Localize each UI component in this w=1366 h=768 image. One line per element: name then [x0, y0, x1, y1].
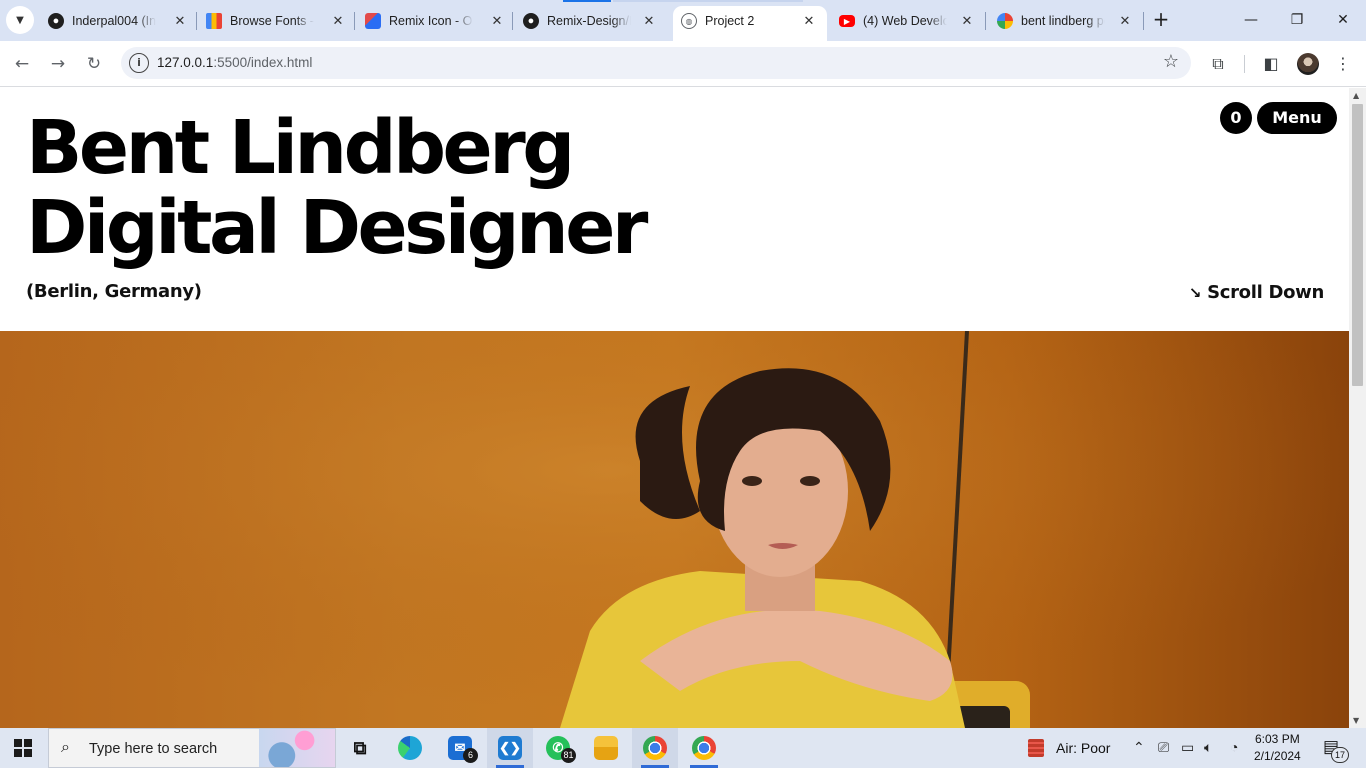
tab-google-fonts[interactable]: Browse Fonts - G ✕: [206, 7, 346, 35]
url-text[interactable]: 127.0.0.1:5500/index.html: [157, 55, 312, 70]
tab-search-chevron-icon[interactable]: ▼: [6, 6, 34, 34]
meet-now-icon[interactable]: ⎚: [1158, 739, 1169, 756]
file-explorer-icon[interactable]: [583, 728, 629, 768]
mail-badge: 6: [463, 748, 478, 763]
tab-project-2[interactable]: ◍ Project 2 ✕: [681, 7, 817, 35]
youtube-icon: ▶: [839, 15, 855, 27]
portrait-illustration: [0, 331, 1349, 728]
close-tab-icon[interactable]: ✕: [801, 13, 817, 29]
tab-title: Browse Fonts - G: [230, 14, 314, 28]
cart-count-badge[interactable]: 0: [1220, 102, 1252, 134]
side-panel-icon[interactable]: ◧: [1259, 52, 1283, 76]
minimize-window-icon[interactable]: —: [1236, 8, 1266, 32]
chevron-up-icon[interactable]: ⌃: [1133, 739, 1145, 756]
close-tab-icon[interactable]: ✕: [330, 13, 346, 29]
tab-title: Inderpal004 (Ind: [72, 14, 156, 28]
close-tab-icon[interactable]: ✕: [172, 13, 188, 29]
page-scrollbar[interactable]: ▲ ▼: [1349, 88, 1366, 728]
tab-remix-design-github[interactable]: ● Remix-Design/R ✕: [523, 7, 657, 35]
profile-avatar[interactable]: [1297, 53, 1319, 75]
close-tab-icon[interactable]: ✕: [1117, 13, 1133, 29]
search-highlight-image: [259, 729, 335, 767]
tab-loading-indicator: [563, 0, 611, 2]
search-icon: ⌕: [61, 739, 70, 756]
windows-start-icon[interactable]: [14, 739, 32, 757]
edge-browser-icon[interactable]: [387, 728, 433, 768]
close-tab-icon[interactable]: ✕: [489, 13, 505, 29]
windows-taskbar: ⌕ Type here to search ⧉ ✉ 6 ❮❯ ✆ 81 Air:…: [0, 728, 1366, 768]
google-fonts-icon: [206, 13, 222, 29]
tab-title: bent lindberg po: [1021, 14, 1105, 28]
browser-tab-strip: ▼ ● Inderpal004 (Ind ✕ Browse Fonts - G …: [0, 0, 1366, 41]
bookmark-star-icon[interactable]: ☆: [1163, 51, 1179, 72]
close-window-icon[interactable]: ✕: [1328, 8, 1358, 32]
mail-icon[interactable]: ✉ 6: [437, 728, 483, 768]
notification-count-badge: 17: [1331, 747, 1349, 763]
clock-date: 2/1/2024: [1254, 749, 1301, 763]
clock-time: 6:03 PM: [1255, 732, 1300, 746]
remix-icon: [365, 13, 381, 29]
scroll-down-link[interactable]: ↘ Scroll Down: [1188, 282, 1325, 303]
search-placeholder: Type here to search: [89, 741, 218, 757]
whatsapp-icon[interactable]: ✆ 81: [535, 728, 581, 768]
page-viewport: Bent Lindberg Digital Designer (Berlin, …: [0, 88, 1349, 728]
chrome-profile-2-icon[interactable]: [681, 728, 727, 768]
arrow-down-right-icon: ↘: [1188, 283, 1202, 302]
close-tab-icon[interactable]: ✕: [959, 13, 975, 29]
url-host: 127.0.0.1: [157, 55, 214, 70]
tab-remix-icon[interactable]: Remix Icon - Op ✕: [365, 7, 505, 35]
restore-window-icon[interactable]: ❐: [1282, 8, 1312, 32]
scroll-down-arrow-icon[interactable]: ▼: [1353, 716, 1359, 725]
tab-title: Remix-Design/R: [547, 14, 631, 28]
tab-youtube-web-dev[interactable]: ▶ (4) Web Develop ✕: [839, 7, 975, 35]
tab-github-inderpal[interactable]: ● Inderpal004 (Ind ✕: [48, 7, 188, 35]
tab-title: (4) Web Develop: [863, 14, 947, 28]
vscode-icon[interactable]: ❮❯: [487, 728, 533, 768]
scroll-down-label: Scroll Down: [1207, 282, 1324, 303]
scrollbar-thumb[interactable]: [1352, 104, 1363, 386]
toolbar-divider: [1244, 55, 1245, 73]
volume-icon[interactable]: 🔈︎: [1204, 739, 1212, 756]
url-path: :5500/index.html: [213, 55, 313, 70]
battery-icon[interactable]: ▭: [1181, 739, 1194, 756]
taskbar-search-box[interactable]: ⌕ Type here to search: [48, 728, 336, 768]
task-view-icon[interactable]: ⧉: [337, 728, 383, 768]
location-text: (Berlin, Germany): [26, 281, 202, 302]
scroll-up-arrow-icon[interactable]: ▲: [1353, 91, 1359, 100]
site-info-icon[interactable]: i: [129, 53, 149, 73]
wifi-icon[interactable]: ◔: [1230, 739, 1238, 755]
hero-title: Bent Lindberg Digital Designer: [26, 105, 648, 271]
more-options-icon[interactable]: ⋮: [1331, 52, 1355, 76]
forward-arrow-icon[interactable]: →: [45, 51, 71, 77]
tab-loading-track: [613, 0, 803, 2]
system-clock[interactable]: 6:03 PM 2/1/2024: [1254, 731, 1301, 765]
new-tab-plus-icon[interactable]: +: [1150, 8, 1172, 30]
tab-title: Project 2: [705, 14, 755, 28]
chrome-icon[interactable]: [632, 728, 678, 768]
tab-title: Remix Icon - Op: [389, 14, 473, 28]
tab-google-search[interactable]: bent lindberg po ✕: [997, 7, 1133, 35]
extensions-puzzle-icon[interactable]: ⧉: [1206, 52, 1230, 76]
close-tab-icon[interactable]: ✕: [641, 13, 657, 29]
browser-toolbar: ← → ↻ i 127.0.0.1:5500/index.html ☆ ⧉ ◧ …: [0, 41, 1366, 87]
air-quality-widget[interactable]: Air: Poor: [1028, 739, 1110, 757]
hero-portrait-image: [0, 331, 1349, 728]
github-icon: ●: [523, 13, 539, 29]
menu-button[interactable]: Menu: [1257, 102, 1337, 134]
air-quality-icon: [1028, 739, 1044, 757]
address-bar[interactable]: i 127.0.0.1:5500/index.html ☆: [121, 47, 1191, 79]
globe-icon: ◍: [681, 13, 697, 29]
whatsapp-badge: 81: [561, 748, 576, 763]
google-icon: [997, 13, 1013, 29]
air-quality-text: Air: Poor: [1056, 740, 1111, 756]
github-icon: ●: [48, 13, 64, 29]
back-arrow-icon[interactable]: ←: [9, 51, 35, 77]
hero-title-line-1: Bent Lindberg: [26, 105, 575, 191]
hero-title-line-2: Digital Designer: [26, 185, 648, 271]
reload-icon[interactable]: ↻: [81, 51, 107, 77]
